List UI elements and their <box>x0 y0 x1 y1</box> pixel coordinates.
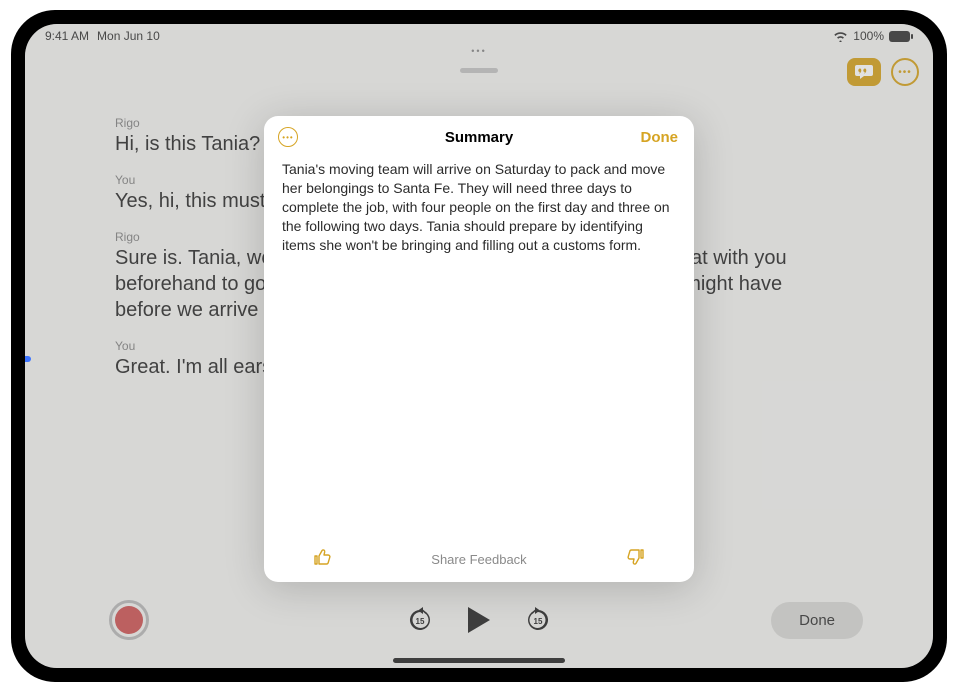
modal-done-button[interactable]: Done <box>641 129 679 146</box>
screen: 9:41 AM Mon Jun 10 100% ••• ••• <box>25 24 933 668</box>
modal-more-button[interactable]: ••• <box>278 127 298 147</box>
side-indicator <box>25 356 31 362</box>
summary-text: Tania's moving team will arrive on Satur… <box>264 158 694 256</box>
share-feedback-button[interactable]: Share Feedback <box>431 552 526 567</box>
thumbs-up-button[interactable] <box>313 547 333 572</box>
summary-modal: ••• Summary Done Tania's moving team wil… <box>264 116 694 582</box>
thumbs-down-button[interactable] <box>625 547 645 572</box>
modal-title: Summary <box>445 129 513 146</box>
ipad-frame: 9:41 AM Mon Jun 10 100% ••• ••• <box>11 10 947 682</box>
